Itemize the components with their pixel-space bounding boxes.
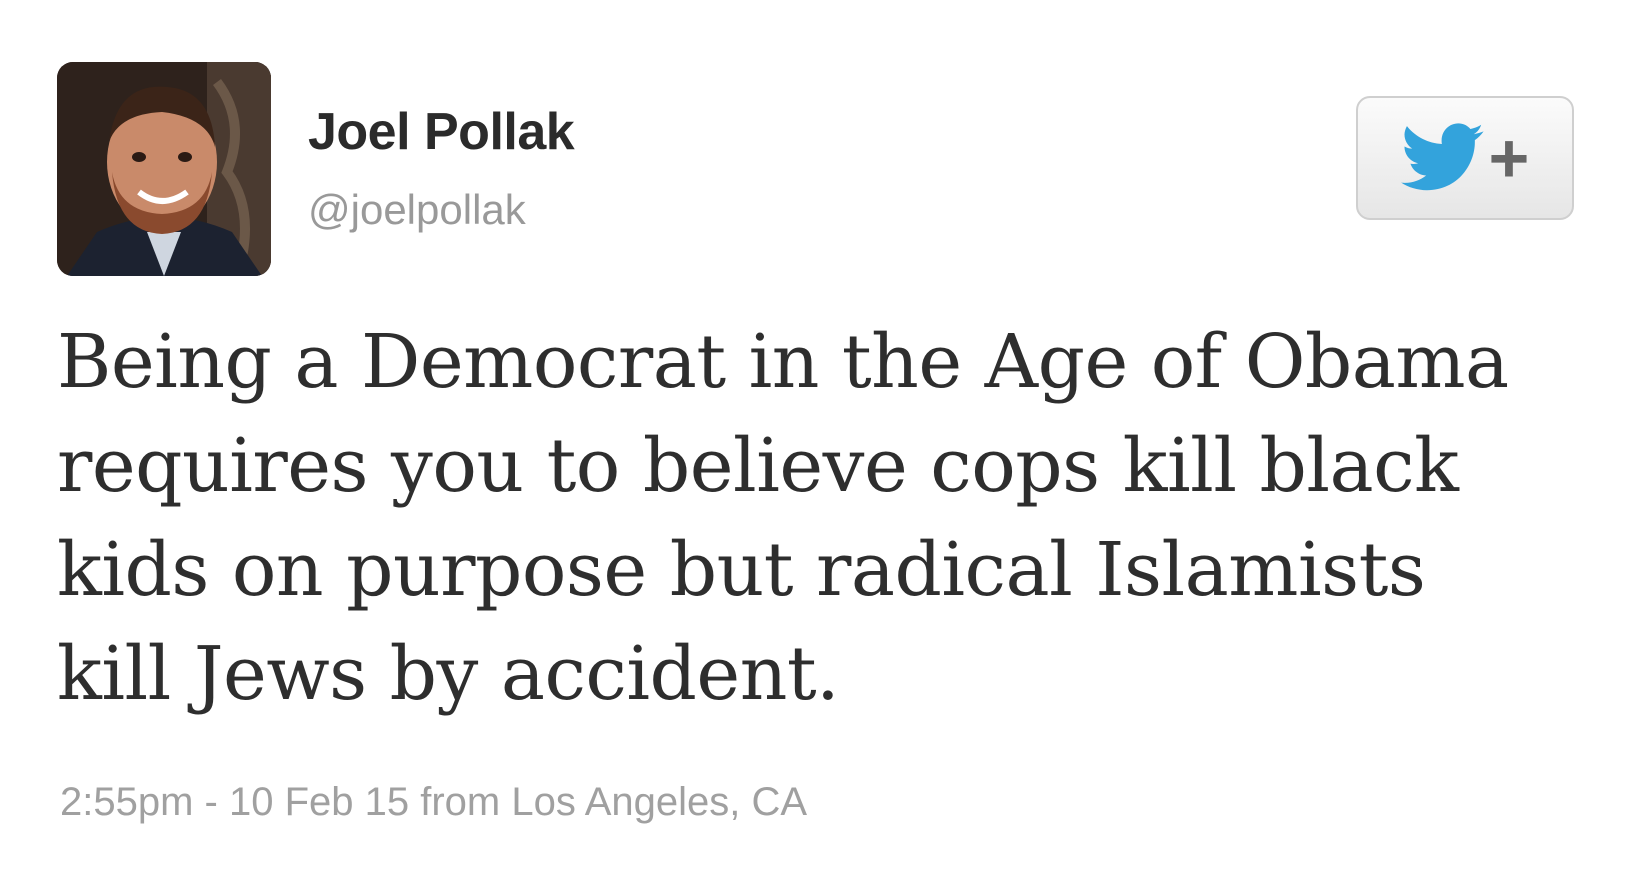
author-name[interactable]: Joel Pollak [308, 102, 575, 162]
author-handle[interactable]: @joelpollak [308, 186, 526, 234]
tweet-card: Joel Pollak @joelpollak + Being a Democr… [0, 0, 1628, 888]
twitter-bird-icon [1400, 123, 1484, 191]
avatar[interactable] [57, 62, 271, 276]
tweet-text: Being a Democrat in the Age of Obama req… [57, 319, 1509, 717]
follow-button[interactable]: + [1356, 96, 1574, 220]
plus-icon: + [1488, 119, 1530, 197]
avatar-image [57, 62, 271, 276]
tweet-timestamp[interactable]: 2:55pm - 10 Feb 15 from Los Angeles, CA [60, 780, 807, 825]
